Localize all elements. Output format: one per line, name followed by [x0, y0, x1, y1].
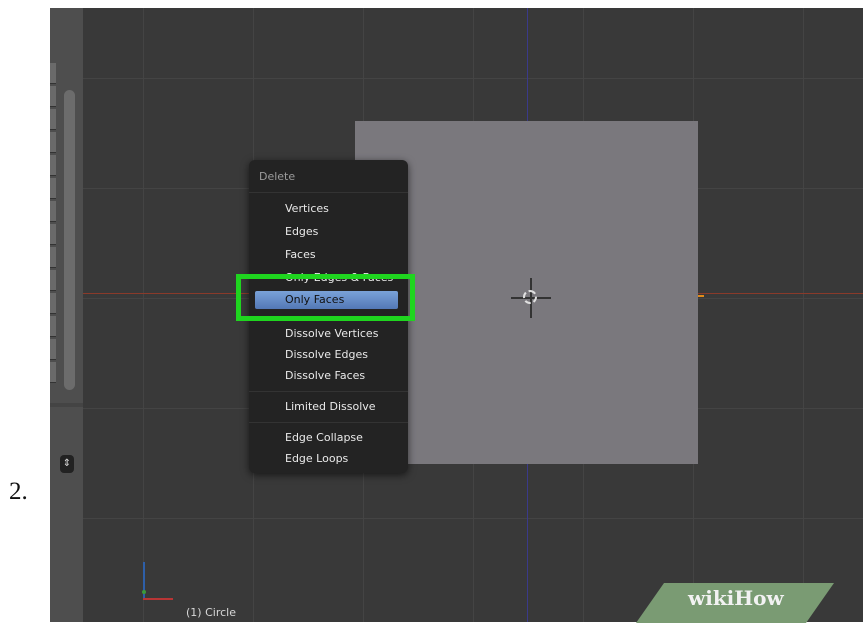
menu-item-edges[interactable]: Edges [285, 225, 318, 238]
panel-divider [50, 403, 83, 407]
selected-edge-marker [698, 295, 704, 297]
menu-separator [249, 391, 408, 392]
3d-viewport[interactable]: Delete Vertices Edges Faces Only Edges &… [83, 8, 863, 622]
panel-scrollbar[interactable] [64, 90, 75, 390]
axes-orientation-icon [138, 560, 178, 605]
panel-tab[interactable] [50, 224, 56, 245]
updown-arrows-icon[interactable]: ⇕ [60, 455, 74, 473]
menu-item-faces[interactable]: Faces [285, 248, 316, 261]
panel-tab[interactable] [50, 201, 56, 222]
menu-item-dissolve-vertices[interactable]: Dissolve Vertices [285, 327, 378, 340]
panel-tab[interactable] [50, 109, 56, 130]
menu-item-edge-collapse[interactable]: Edge Collapse [285, 431, 363, 444]
tool-shelf-panel: ⇕ [50, 8, 84, 622]
panel-tab[interactable] [50, 247, 56, 268]
menu-separator [249, 192, 408, 193]
panel-tab[interactable] [50, 270, 56, 291]
panel-tab[interactable] [50, 293, 56, 314]
panel-tab[interactable] [50, 155, 56, 176]
step-number: 2. [9, 478, 28, 505]
watermark-logo: wikiHow [688, 586, 784, 610]
menu-item-edge-loops[interactable]: Edge Loops [285, 452, 348, 465]
panel-tab[interactable] [50, 339, 56, 360]
menu-item-dissolve-faces[interactable]: Dissolve Faces [285, 369, 365, 382]
blender-window: ⇕ Delete Vertices Edges Faces Only Edges… [50, 8, 863, 622]
panel-tab[interactable] [50, 86, 56, 107]
menu-item-dissolve-edges[interactable]: Dissolve Edges [285, 348, 368, 361]
panel-tab[interactable] [50, 362, 56, 383]
menu-separator [249, 422, 408, 423]
menu-title: Delete [259, 170, 296, 183]
panel-tab[interactable] [50, 178, 56, 199]
panel-tab[interactable] [50, 132, 56, 153]
panel-tab[interactable] [50, 63, 56, 84]
highlight-frame [236, 274, 415, 321]
menu-item-limited-dissolve[interactable]: Limited Dissolve [285, 400, 376, 413]
3d-cursor-icon [511, 278, 551, 318]
menu-item-vertices[interactable]: Vertices [285, 202, 329, 215]
panel-tab[interactable] [50, 316, 56, 337]
active-object-label: (1) Circle [186, 606, 236, 619]
